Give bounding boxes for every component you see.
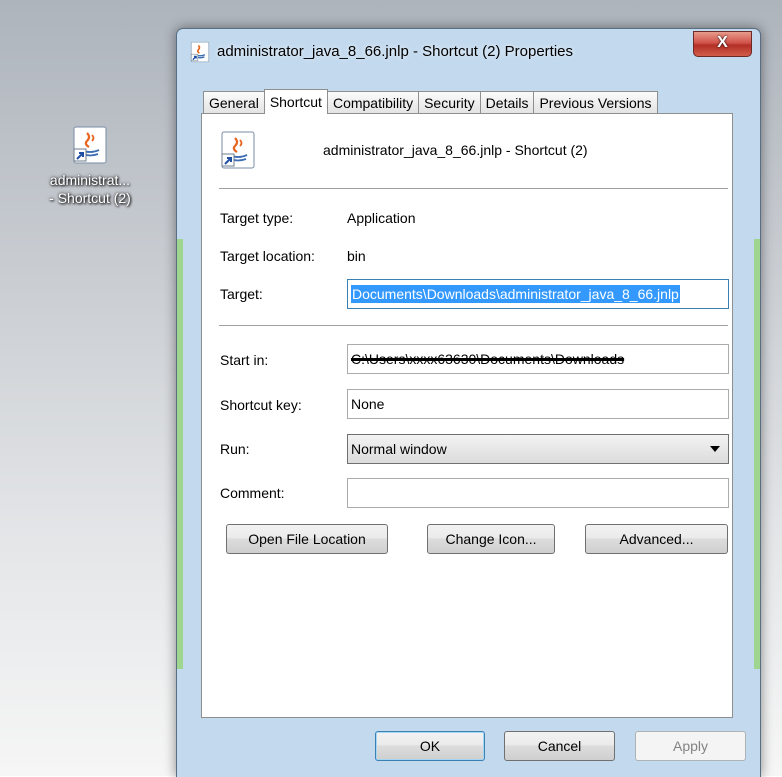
tab-previous-versions[interactable]: Previous Versions xyxy=(533,91,658,113)
apply-button[interactable]: Apply xyxy=(635,731,746,761)
title-bar[interactable]: administrator_java_8_66.jnlp - Shortcut … xyxy=(177,29,760,77)
java-file-icon xyxy=(189,41,211,63)
run-dropdown[interactable]: Normal window xyxy=(347,434,729,464)
target-label: Target: xyxy=(220,286,263,302)
comment-input[interactable] xyxy=(347,478,729,508)
chevron-down-icon xyxy=(710,446,720,452)
start-in-label: Start in: xyxy=(220,352,269,368)
desktop-shortcut-label-2: - Shortcut (2) xyxy=(49,190,131,206)
tab-bar: General Shortcut Compatibility Security … xyxy=(203,89,658,114)
run-value: Normal window xyxy=(351,441,447,457)
target-value: Documents\Downloads\administrator_java_8… xyxy=(351,285,680,303)
open-file-location-button[interactable]: Open File Location xyxy=(226,524,388,554)
run-label: Run: xyxy=(220,441,250,457)
target-location-value: bin xyxy=(347,248,366,264)
window-frame-accent xyxy=(177,239,183,669)
cancel-button[interactable]: Cancel xyxy=(504,731,615,761)
shortcut-name: administrator_java_8_66.jnlp - Shortcut … xyxy=(323,142,588,158)
target-type-value: Application xyxy=(347,210,416,226)
java-file-icon xyxy=(218,130,258,170)
target-location-label: Target location: xyxy=(220,248,315,264)
java-file-icon xyxy=(70,125,110,165)
target-type-label: Target type: xyxy=(220,210,294,226)
tab-compatibility[interactable]: Compatibility xyxy=(326,91,420,113)
advanced-button[interactable]: Advanced... xyxy=(585,524,728,554)
shortcut-key-label: Shortcut key: xyxy=(220,397,302,413)
ok-button[interactable]: OK xyxy=(375,731,485,761)
start-in-value: C:\Users\xxxx63630\Documents\Downloads xyxy=(351,351,625,367)
target-input[interactable]: Documents\Downloads\administrator_java_8… xyxy=(347,279,729,309)
start-in-input[interactable]: C:\Users\xxxx63630\Documents\Downloads xyxy=(347,344,729,374)
close-button[interactable]: X xyxy=(693,31,752,57)
comment-label: Comment: xyxy=(220,485,285,501)
desktop-shortcut[interactable]: administrat... - Shortcut (2) xyxy=(30,125,150,207)
change-icon-button[interactable]: Change Icon... xyxy=(427,524,555,554)
tab-general[interactable]: General xyxy=(203,91,265,113)
window-frame-accent xyxy=(754,239,760,669)
desktop-shortcut-label-1: administrat... xyxy=(49,172,131,188)
tab-shortcut[interactable]: Shortcut xyxy=(263,89,328,114)
divider xyxy=(219,325,728,326)
properties-window: administrator_java_8_66.jnlp - Shortcut … xyxy=(176,28,761,777)
tab-security[interactable]: Security xyxy=(418,91,481,113)
shortcut-tab-panel: administrator_java_8_66.jnlp - Shortcut … xyxy=(201,113,733,718)
window-title: administrator_java_8_66.jnlp - Shortcut … xyxy=(217,43,574,60)
tab-details[interactable]: Details xyxy=(479,91,535,113)
shortcut-key-input[interactable]: None xyxy=(347,389,729,419)
divider xyxy=(219,188,728,189)
